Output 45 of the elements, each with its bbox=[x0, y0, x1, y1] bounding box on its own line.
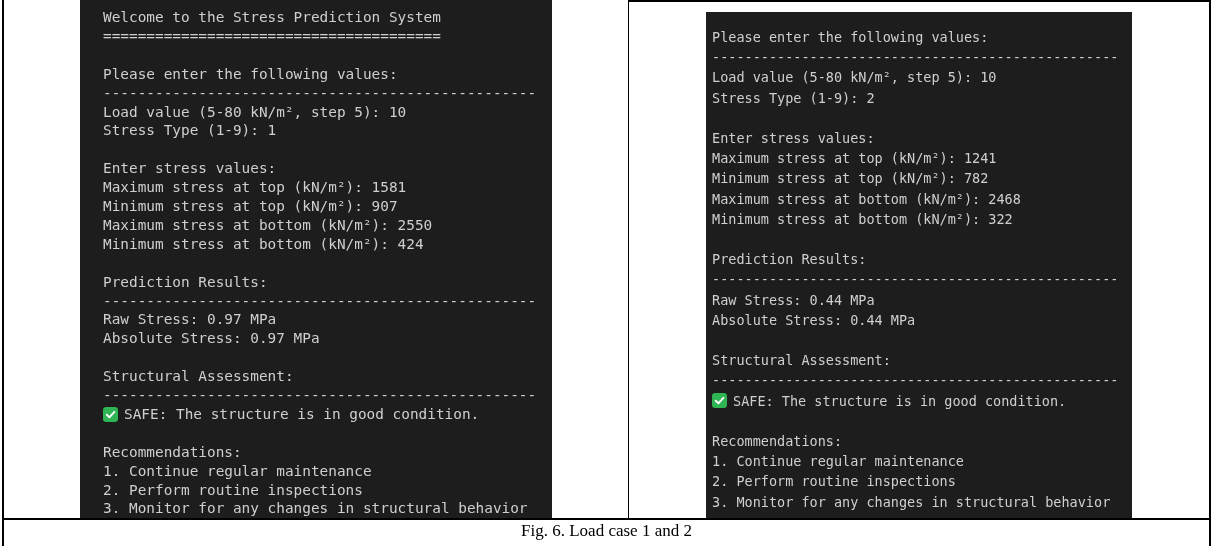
terminal-line: Minimum stress at bottom (kN/m²): 424 bbox=[103, 234, 424, 254]
terminal-line: -------------------------------------------------- bbox=[712, 270, 1119, 290]
terminal-line: -------------------------------------------------- bbox=[712, 371, 1119, 391]
terminal-line: 2. Perform routine inspections bbox=[712, 472, 956, 492]
terminal-line: Maximum stress at bottom (kN/m²): 2468 bbox=[712, 189, 1021, 209]
terminal-line: 1. Continue regular maintenance bbox=[712, 452, 964, 472]
figure-caption: Fig. 6. Load case 1 and 2 bbox=[521, 520, 692, 542]
terminal-line: Structural Assessment: bbox=[712, 351, 891, 371]
terminal-line: Recommendations: bbox=[103, 442, 242, 462]
terminal-line: Maximum stress at top (kN/m²): 1241 bbox=[712, 149, 997, 169]
check-icon bbox=[103, 406, 118, 422]
terminal-line: Recommendations: bbox=[712, 432, 843, 451]
terminal-line: Load value (5-80 kN/m², step 5): 10 bbox=[712, 68, 997, 88]
terminal-line: Maximum stress at bottom (kN/m²): 2550 bbox=[103, 215, 433, 235]
terminal-line: Stress Type (1-9): 2 bbox=[712, 88, 875, 108]
terminal-line: Welcome to the Stress Prediction System bbox=[103, 8, 441, 27]
terminal-line: Please enter the following values: bbox=[712, 28, 989, 47]
status-message: SAFE: The structure is in good condition. bbox=[124, 404, 480, 424]
terminal-line: Prediction Results: bbox=[103, 272, 268, 292]
terminal-line: Stress Type (1-9): 1 bbox=[103, 121, 277, 141]
terminal-line: Minimum stress at bottom (kN/m²): 322 bbox=[712, 209, 1013, 229]
terminal-line: Minimum stress at top (kN/m²): 907 bbox=[103, 197, 398, 216]
terminal-line: Absolute Stress: 0.44 MPa bbox=[712, 310, 916, 330]
terminal-line: Absolute Stress: 0.97 MPa bbox=[103, 329, 320, 349]
terminal-line: ======================================= bbox=[103, 26, 441, 46]
terminal-line: Please enter the following values: bbox=[103, 64, 398, 84]
status-message: SAFE: The structure is in good condition. bbox=[733, 391, 1067, 411]
terminal-line: -------------------------------------------------- bbox=[103, 291, 537, 311]
terminal-line: Enter stress values: bbox=[103, 159, 277, 179]
terminal-line: Enter stress values: bbox=[712, 129, 875, 148]
terminal-line: Load value (5-80 kN/m², step 5): 10 bbox=[103, 102, 407, 122]
terminal-line: 2. Perform routine inspections bbox=[103, 480, 363, 500]
terminal-line: -------------------------------------------------- bbox=[712, 48, 1119, 68]
terminal-line: 1. Continue regular maintenance bbox=[103, 461, 372, 481]
terminal-line: -------------------------------------------------- bbox=[103, 386, 537, 405]
check-icon bbox=[712, 393, 727, 409]
terminal-line: 3. Monitor for any changes in structural behavior bbox=[712, 492, 1111, 512]
terminal-line: Structural Assessment: bbox=[103, 367, 294, 387]
terminal-line: Raw Stress: 0.44 MPa bbox=[712, 290, 875, 310]
terminal-line: 3. Monitor for any changes in structural behavior bbox=[103, 499, 528, 518]
terminal-line: Minimum stress at top (kN/m²): 782 bbox=[712, 169, 989, 189]
terminal-line: -------------------------------------------------- bbox=[103, 83, 537, 103]
terminal-line: Maximum stress at top (kN/m²): 1581 bbox=[103, 178, 407, 198]
terminal-line: Raw Stress: 0.97 MPa bbox=[103, 310, 277, 330]
terminal-line: Prediction Results: bbox=[712, 250, 867, 270]
